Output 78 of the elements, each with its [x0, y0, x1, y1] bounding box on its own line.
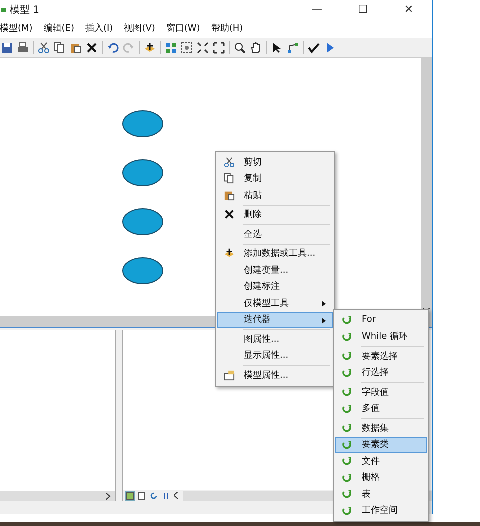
submenu-arrow-icon: [322, 318, 326, 324]
menu-item[interactable]: 要素类: [335, 436, 427, 453]
paste-icon: [224, 190, 234, 201]
menu-item[interactable]: 行选择: [335, 364, 427, 381]
menu-item[interactable]: 粘贴: [217, 187, 333, 204]
iterate-icon: [342, 456, 352, 466]
menu-item[interactable]: 编辑(E): [44, 22, 75, 35]
copy-icon: [224, 173, 234, 184]
maximize-button[interactable]: ☐: [340, 0, 386, 19]
hand-icon[interactable]: [250, 42, 262, 54]
menu-item[interactable]: 帮助(H): [211, 22, 244, 35]
menu-item[interactable]: 工作空间: [335, 502, 427, 519]
menu-item[interactable]: 剪切: [217, 154, 333, 170]
scroll-right-icon[interactable]: [106, 492, 111, 500]
menu-item[interactable]: 迭代器: [217, 312, 333, 328]
iterate-icon: [342, 506, 352, 516]
iterate-icon: [342, 423, 352, 434]
minimize-button[interactable]: —: [294, 0, 340, 19]
menu-item[interactable]: 显示属性...: [217, 348, 333, 364]
scroll-left-icon[interactable]: [174, 492, 179, 499]
menu-item[interactable]: 视图(V): [124, 22, 156, 35]
run-icon[interactable]: [324, 42, 336, 54]
copy-icon[interactable]: [54, 42, 66, 54]
paste-icon[interactable]: [70, 42, 82, 54]
connect-icon[interactable]: [287, 42, 299, 54]
menu-item[interactable]: While 循环: [335, 328, 427, 345]
menu-item[interactable]: 创建标注: [217, 278, 333, 295]
scissors-icon[interactable]: [38, 42, 50, 54]
folder-icon: [224, 370, 234, 381]
select-all-icon[interactable]: [181, 42, 193, 54]
menu-item[interactable]: For: [335, 312, 427, 328]
process-node[interactable]: [122, 208, 164, 236]
menu-item[interactable]: 栅格: [335, 470, 427, 486]
add-icon[interactable]: [144, 42, 156, 54]
horizontal-scrollbar[interactable]: [0, 491, 115, 501]
menu-item[interactable]: 表: [335, 486, 427, 502]
add-icon: [224, 248, 234, 260]
check-icon[interactable]: [308, 42, 320, 54]
pause-icon[interactable]: [162, 492, 170, 500]
print-icon[interactable]: [17, 42, 29, 54]
menu-item[interactable]: 模型(M): [0, 22, 33, 35]
iterate-icon: [342, 351, 352, 362]
iterate-icon: [342, 387, 352, 398]
menu-item[interactable]: 多值: [335, 400, 427, 417]
menu-item[interactable]: 仅模型工具: [217, 295, 333, 312]
expand-icon[interactable]: [213, 42, 225, 54]
process-node[interactable]: [122, 160, 164, 186]
iterate-icon: [342, 404, 352, 414]
page-icon[interactable]: [138, 492, 146, 500]
grid-icon[interactable]: [165, 42, 177, 54]
shrink-icon[interactable]: [197, 42, 209, 54]
iterate-icon: [342, 472, 352, 483]
iterate-icon: [342, 368, 352, 378]
undo-icon[interactable]: [107, 42, 119, 54]
app-icon: [1, 6, 7, 12]
menu-item[interactable]: 文件: [335, 453, 427, 470]
process-node[interactable]: [122, 110, 164, 138]
zoom-icon[interactable]: [234, 42, 246, 54]
refresh-icon[interactable]: [150, 492, 158, 500]
menu-item[interactable]: 创建变量...: [217, 262, 333, 278]
pointer-icon[interactable]: [271, 42, 283, 54]
scissors-icon: [224, 156, 234, 168]
graph-view-icon[interactable]: [126, 492, 134, 500]
iterate-icon: [342, 315, 352, 326]
vertical-scrollbar[interactable]: [421, 58, 432, 316]
process-node[interactable]: [122, 258, 164, 284]
menu-item[interactable]: 窗口(W): [166, 22, 200, 35]
delete-icon: [224, 209, 234, 220]
window-title: 模型 1: [10, 4, 41, 16]
iterate-icon: [342, 332, 352, 342]
menu-item[interactable]: 复制: [217, 170, 333, 187]
menu-item[interactable]: 插入(I): [86, 22, 114, 35]
iterate-icon: [342, 440, 352, 450]
close-button[interactable]: ✕: [386, 0, 432, 19]
submenu-arrow-icon: [322, 301, 326, 307]
save-icon[interactable]: [1, 42, 13, 54]
delete-icon[interactable]: [86, 42, 98, 54]
iterate-icon: [342, 489, 352, 500]
